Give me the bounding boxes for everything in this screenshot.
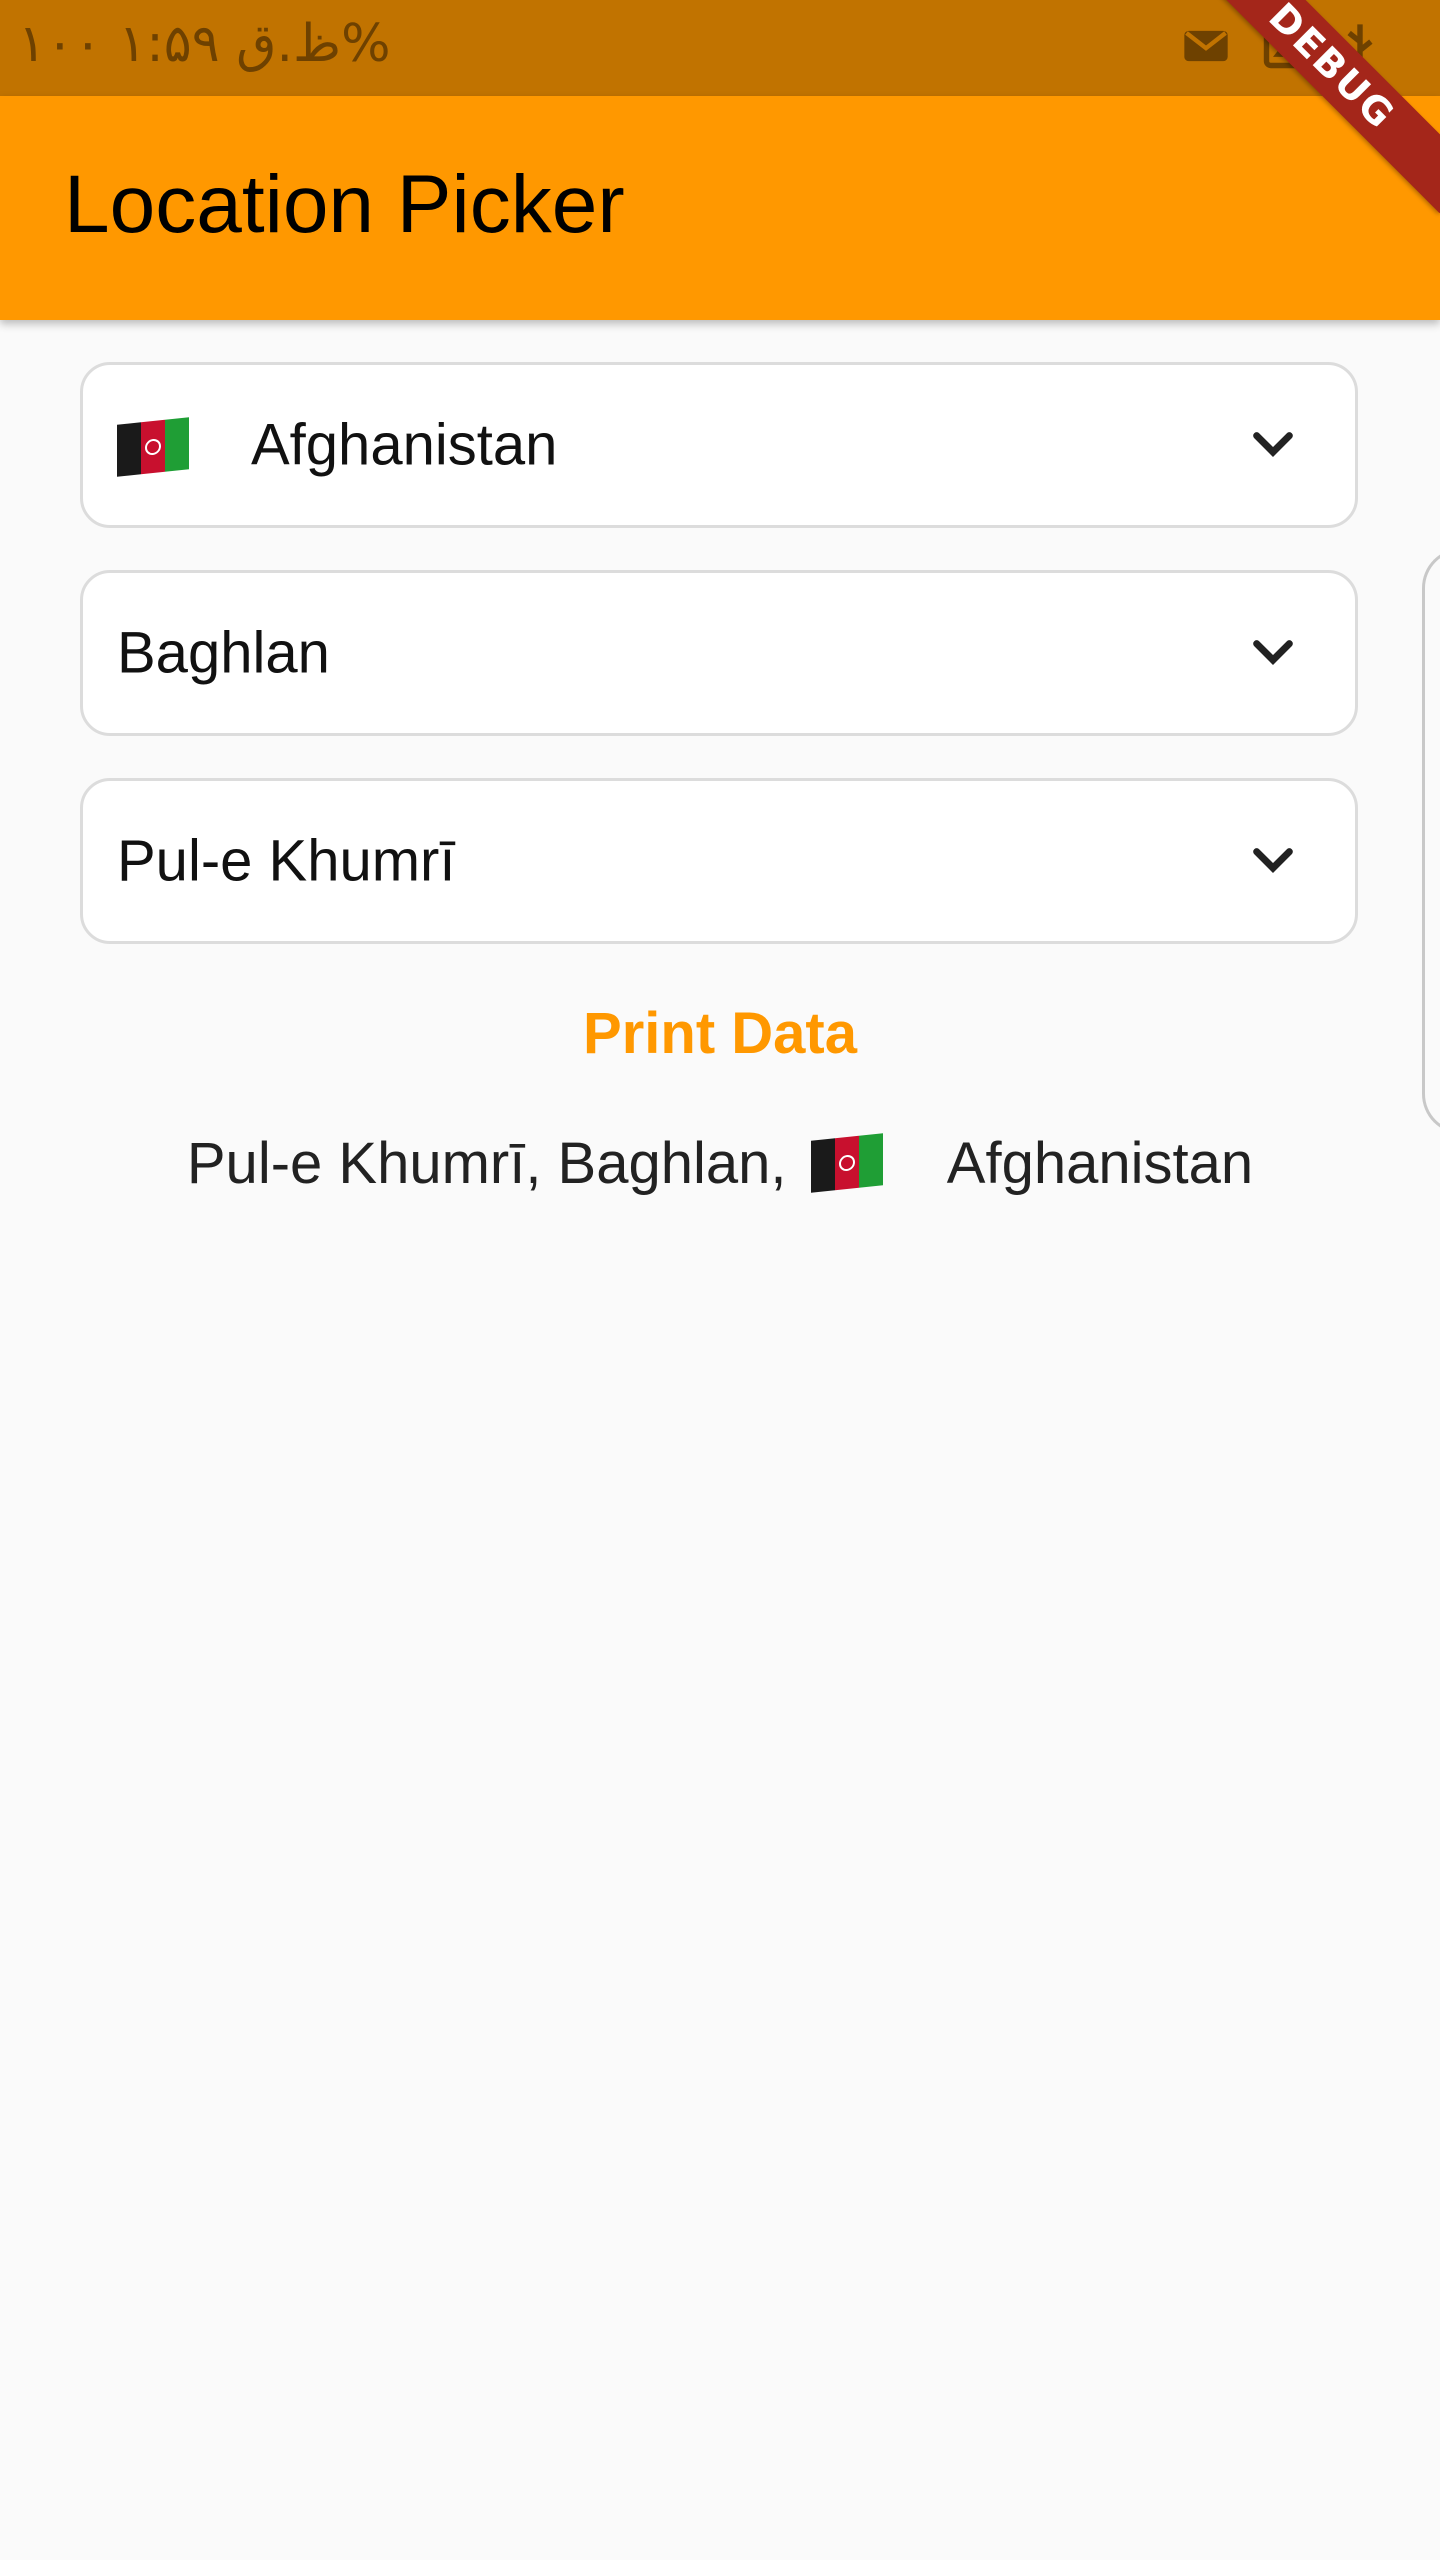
country-dropdown[interactable]: Afghanistan <box>80 362 1358 528</box>
app-bar: Location Picker <box>0 96 1440 320</box>
chevron-down-icon <box>1253 432 1293 457</box>
side-panel-edge[interactable] <box>1422 548 1440 1134</box>
page-title: Location Picker <box>64 159 625 250</box>
state-value: Baghlan <box>117 620 330 686</box>
print-data-button[interactable]: Print Data <box>0 1000 1440 1067</box>
result-text: Pul-e Khumrī, Baghlan, Afghanistan <box>0 1130 1440 1197</box>
afghanistan-flag-icon <box>810 1133 883 1193</box>
city-value: Pul-e Khumrī <box>117 828 456 894</box>
result-country: Afghanistan <box>946 1131 1254 1196</box>
country-value: Afghanistan <box>251 412 558 478</box>
result-prefix: Pul-e Khumrī, Baghlan, <box>186 1131 787 1196</box>
chevron-down-icon <box>1253 640 1293 665</box>
mail-icon <box>1184 30 1228 62</box>
city-dropdown[interactable]: Pul-e Khumrī <box>80 778 1358 944</box>
chevron-down-icon <box>1253 848 1293 873</box>
state-dropdown[interactable]: Baghlan <box>80 570 1358 736</box>
status-time-battery: ظ.ق ۱:۵۹ ۱۰۰% <box>18 14 391 74</box>
afghanistan-flag-icon <box>117 417 189 477</box>
status-bar: ظ.ق ۱:۵۹ ۱۰۰% <box>0 0 1440 96</box>
